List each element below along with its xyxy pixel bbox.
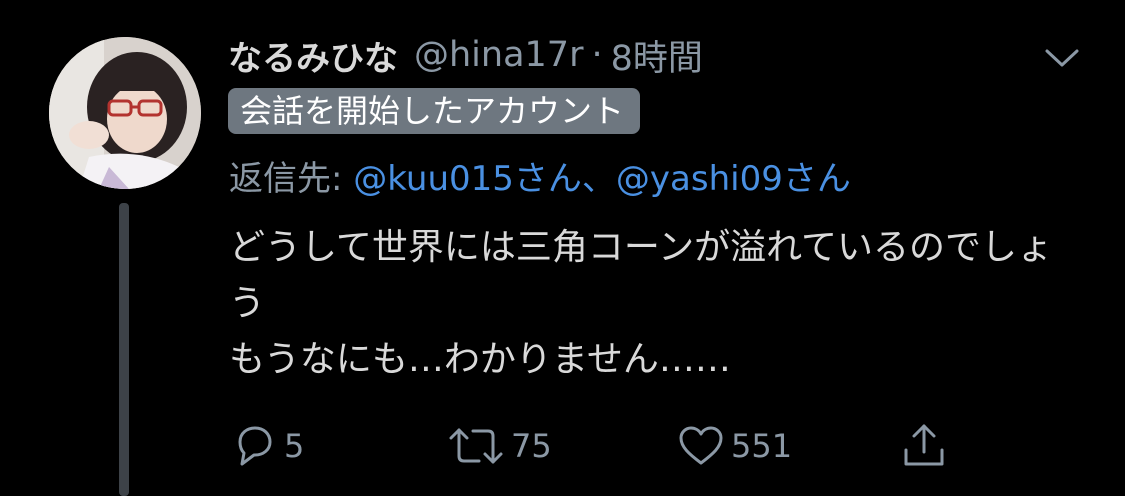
avatar-image [49,37,201,189]
mention-separator: 、 [581,159,616,199]
reply-to: 返信先: @kuu015さん、@yashi09さん [229,154,851,204]
tweet-meta: @hina17r · 8時間 [414,30,703,81]
reply-count: 5 [284,427,305,465]
like-button[interactable]: 551 [677,418,792,474]
mention-yashi09[interactable]: @yashi09さん [616,159,851,199]
conversation-starter-badge: 会話を開始したアカウント [228,88,641,134]
meta-separator: · [591,35,603,75]
retweet-icon [447,424,505,468]
tweet-text: どうして世界には三角コーンが溢れているのでしょう もうなにも…わかりません…… [229,227,1054,380]
share-button[interactable] [900,418,948,474]
chevron-down-icon[interactable] [1040,36,1084,80]
tweet-actions: 5 75 551 [0,418,1125,474]
handle[interactable]: @hina17r [414,35,583,75]
like-icon [677,424,725,468]
retweet-button[interactable]: 75 [447,418,552,474]
share-icon [900,422,948,470]
reply-button[interactable]: 5 [230,418,304,474]
avatar[interactable] [49,37,201,189]
like-count: 551 [731,427,793,465]
display-name[interactable]: なるみひな [228,31,398,80]
retweet-count: 75 [511,427,552,465]
mention-kuu015[interactable]: @kuu015さん [353,159,582,199]
reply-icon [230,424,278,468]
timestamp[interactable]: 8時間 [611,30,703,81]
reply-to-prefix: 返信先: [229,159,354,199]
tweet-header: なるみひな @hina17r · 8時間 [228,30,703,80]
